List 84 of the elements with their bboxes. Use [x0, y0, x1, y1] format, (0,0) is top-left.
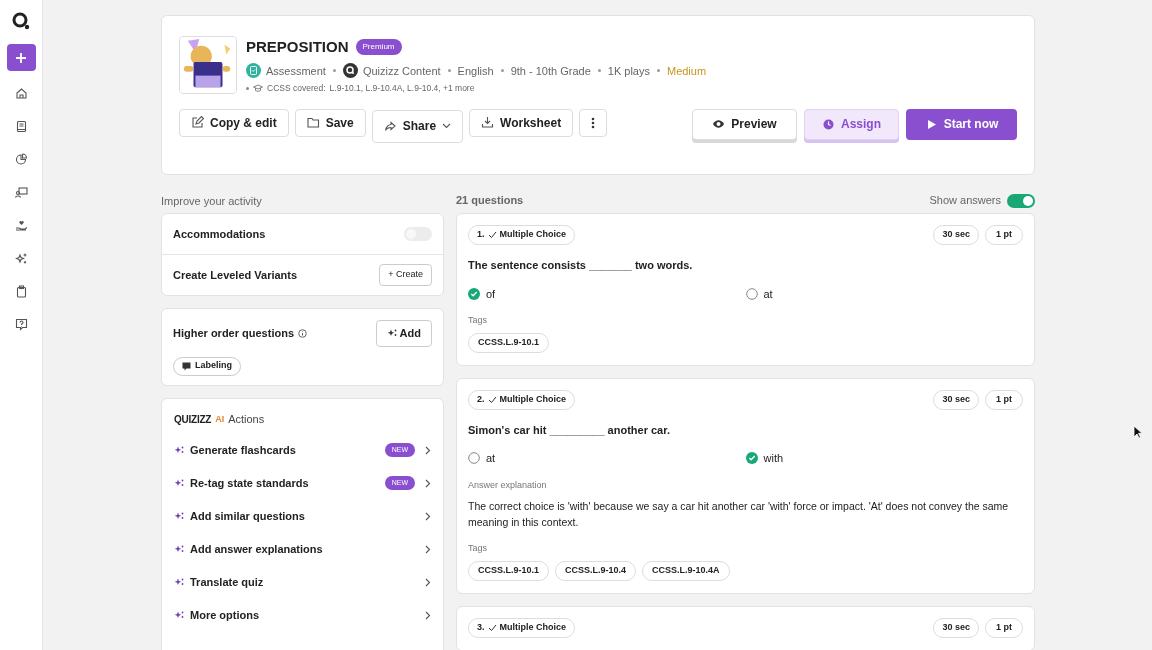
- download-icon: [481, 116, 495, 130]
- cursor-icon: [1133, 425, 1142, 439]
- sparkle-icon: [174, 445, 184, 455]
- sparkle-icon: [174, 511, 184, 521]
- graduation-cap-icon: [253, 84, 263, 93]
- chevron-right-icon: [425, 478, 431, 488]
- quiz-title: PREPOSITION: [246, 37, 349, 57]
- standards-label: CCSS covered:: [267, 82, 326, 95]
- brand-logo: QUIZIZZ: [174, 412, 212, 427]
- copy-edit-button[interactable]: Copy & edit: [179, 108, 289, 137]
- create-button[interactable]: + Create: [379, 264, 432, 286]
- option-text: with: [763, 451, 784, 466]
- chevron-down-icon: [442, 123, 452, 130]
- option-text: of: [486, 286, 496, 302]
- meta-text: 9th - 10th Grade: [510, 63, 591, 79]
- pie-chart-icon[interactable]: [14, 153, 28, 166]
- add-button[interactable]: Add: [375, 320, 432, 347]
- start-now-button[interactable]: Start now: [906, 108, 1017, 140]
- standards-list: L.9-10.1, L.9-10.4A, L.9-10.4, +1 more: [329, 82, 475, 95]
- clock-icon: [822, 117, 835, 131]
- section-heading: Improve your activity: [161, 194, 263, 208]
- chevron-right-icon: [425, 577, 431, 587]
- sparkle-icon: [174, 544, 184, 554]
- question-count: 21 questions: [456, 193, 524, 209]
- author-logo-icon: [342, 63, 358, 79]
- save-button[interactable]: Save: [294, 108, 366, 137]
- difficulty-label: Medium: [666, 63, 707, 79]
- meta-text: 1K plays: [607, 63, 650, 79]
- share-icon: [383, 119, 397, 133]
- book-icon[interactable]: [14, 120, 28, 133]
- show-answers-toggle[interactable]: [1007, 193, 1035, 208]
- question-text: The sentence consists _______ two words.: [468, 258, 694, 273]
- ai-action-item[interactable]: More options: [174, 598, 431, 632]
- share-button[interactable]: Share: [371, 109, 464, 143]
- clipboard-check-icon: [246, 63, 261, 79]
- toggle-label: Show answers: [929, 193, 1001, 209]
- check-icon: [487, 623, 497, 632]
- info-icon[interactable]: [298, 328, 308, 338]
- presentation-icon[interactable]: [14, 186, 28, 199]
- edit-icon: [191, 116, 204, 130]
- meta-text: English: [457, 63, 494, 79]
- sparkles-icon[interactable]: [14, 252, 28, 265]
- chevron-right-icon: [425, 445, 431, 455]
- tags-label: Tags: [468, 314, 488, 327]
- ai-action-item[interactable]: Add similar questions: [174, 499, 431, 533]
- more-icon: [591, 116, 596, 129]
- setting-label: Accommodations: [173, 226, 266, 242]
- clipboard-icon[interactable]: [14, 285, 28, 298]
- folder-icon: [306, 116, 320, 130]
- option-text: at: [763, 286, 773, 302]
- sparkle-icon: [174, 478, 184, 488]
- ai-logo: AI: [215, 412, 225, 426]
- help-icon[interactable]: [14, 318, 28, 331]
- worksheet-button[interactable]: Worksheet: [469, 108, 574, 137]
- hand-heart-icon[interactable]: [14, 219, 28, 232]
- meta-text: Quizizz Content: [362, 63, 441, 79]
- tags-label: Tags: [468, 542, 488, 555]
- plus-icon: [15, 51, 27, 64]
- ai-action-item[interactable]: Add answer explanations: [174, 532, 431, 566]
- preview-button[interactable]: Preview: [692, 108, 797, 140]
- ai-action-item[interactable]: Translate quiz: [174, 565, 431, 599]
- chevron-right-icon: [425, 511, 431, 521]
- setting-label: Higher order questions: [173, 326, 295, 341]
- option-text: at: [486, 451, 496, 466]
- sparkle-icon: [174, 610, 184, 620]
- sparkle-icon: [174, 577, 184, 587]
- chevron-right-icon: [425, 610, 431, 620]
- logo-icon[interactable]: [12, 12, 30, 30]
- explanation-label: Answer explanation: [468, 478, 548, 492]
- card-title: Actions: [228, 412, 265, 427]
- check-icon: [487, 395, 497, 404]
- home-icon[interactable]: [14, 87, 28, 100]
- check-icon: [487, 231, 497, 239]
- premium-badge: Premium: [355, 39, 402, 56]
- create-button[interactable]: [6, 44, 36, 71]
- chevron-right-icon: [425, 544, 431, 554]
- explanation-text: The correct choice is 'with' because we say a car hit another car 'with' force or impact. 'At' does not convey the same meaning in this context.: [468, 499, 1010, 530]
- comment-icon: [182, 361, 191, 371]
- assign-button[interactable]: Assign: [804, 108, 899, 140]
- setting-label: Create Leveled Variants: [173, 267, 298, 283]
- question-text: Simon's car hit _________ another car.: [468, 422, 671, 438]
- sparkle-icon: [386, 328, 397, 339]
- meta-text: Assessment: [266, 63, 326, 79]
- eye-icon: [712, 117, 726, 131]
